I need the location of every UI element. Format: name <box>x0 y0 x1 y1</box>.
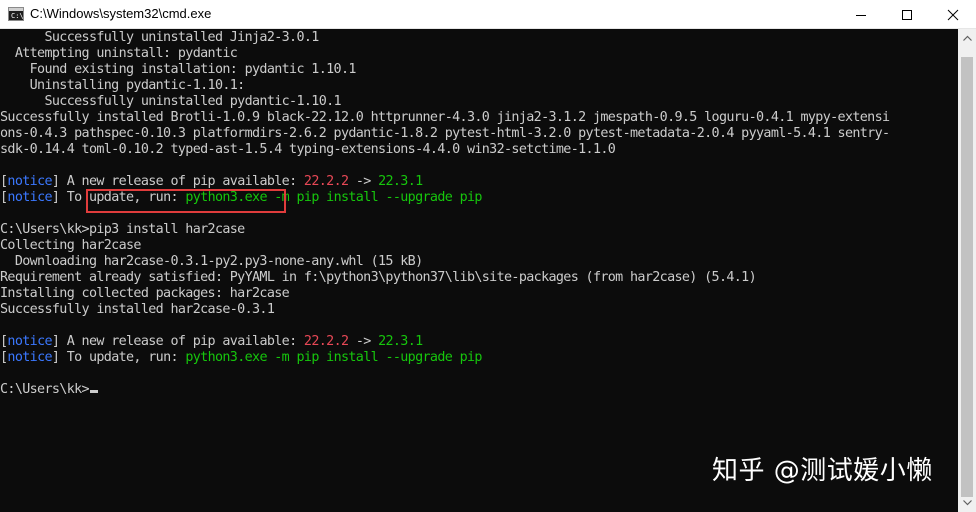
console-text: Collecting har2case <box>0 238 141 253</box>
console-text: Attempting uninstall: pydantic <box>0 46 238 61</box>
console-line: Found existing installation: pydantic 1.… <box>0 62 357 78</box>
console-text: Successfully uninstalled Jinja2-3.0.1 <box>0 30 319 45</box>
watermark: 知乎 @测试媛小懒 <box>712 456 933 486</box>
scroll-up-button[interactable] <box>958 29 976 47</box>
console-text-blue: notice <box>7 190 52 205</box>
console-text: Requirement already satisfied: PyYAML in… <box>0 270 757 285</box>
vertical-scrollbar[interactable] <box>958 29 976 512</box>
console-text: ] A new release of pip available: <box>51 334 304 349</box>
cmd-icon-glyph: C:\ <box>11 12 24 20</box>
console-line: Installing collected packages: har2case <box>0 286 290 302</box>
console-text-red: 22.2.2 <box>303 334 349 349</box>
console-line: [notice] A new release of pip available:… <box>0 174 423 190</box>
minimize-button[interactable] <box>838 0 884 29</box>
console-text-blue: notice <box>7 334 52 349</box>
scroll-thumb[interactable] <box>961 57 973 497</box>
console-text: Successfully uninstalled pydantic-1.10.1 <box>0 94 341 109</box>
close-button[interactable] <box>930 0 976 29</box>
maximize-button[interactable] <box>884 0 930 29</box>
console-line: Uninstalling pydantic-1.10.1: <box>0 78 246 94</box>
console-text: C:\Users\kk> <box>0 382 90 397</box>
command-highlight-box <box>86 189 286 213</box>
cmd-icon[interactable]: C:\ <box>8 7 24 21</box>
console-line: [notice] A new release of pip available:… <box>0 334 423 350</box>
console-text: Successfully installed har2case-0.3.1 <box>0 302 275 317</box>
text-cursor <box>89 390 98 393</box>
console-line: Attempting uninstall: pydantic <box>0 46 238 62</box>
console-line: Successfully uninstalled Jinja2-3.0.1 <box>0 30 319 46</box>
console-text: ] To update, run: <box>51 350 186 365</box>
console-text: Found existing installation: pydantic 1.… <box>0 62 357 77</box>
console-line: sdk-0.14.4 toml-0.10.2 typed-ast-1.5.4 t… <box>0 142 616 158</box>
console-line: Collecting har2case <box>0 238 141 254</box>
console-text: C:\Users\kk>pip3 install har2case <box>0 222 245 237</box>
console-text: Installing collected packages: har2case <box>0 286 290 301</box>
console-line: ons-0.4.3 pathspec-0.10.3 platformdirs-2… <box>0 126 890 142</box>
console-line: Successfully installed har2case-0.3.1 <box>0 302 275 318</box>
console-text: -> <box>348 334 379 349</box>
scroll-down-button[interactable] <box>958 494 976 512</box>
console-text-green: 22.3.1 <box>378 174 423 189</box>
console-text-green: 22.3.1 <box>378 334 423 349</box>
console-line: [notice] To update, run: python3.exe -m … <box>0 350 482 366</box>
console-text: Successfully installed Brotli-1.0.9 blac… <box>0 110 890 125</box>
console-line: Downloading har2case-0.3.1-py2.py3-none-… <box>0 254 423 270</box>
console-line: Successfully installed Brotli-1.0.9 blac… <box>0 110 890 126</box>
console-line: Successfully uninstalled pydantic-1.10.1 <box>0 94 341 110</box>
console-text: Downloading har2case-0.3.1-py2.py3-none-… <box>0 254 423 269</box>
console-line: C:\Users\kk> <box>0 382 98 398</box>
console-text: -> <box>348 174 379 189</box>
console-text: ons-0.4.3 pathspec-0.10.3 platformdirs-2… <box>0 126 890 141</box>
minimize-icon <box>856 14 866 16</box>
console-text: sdk-0.14.4 toml-0.10.2 typed-ast-1.5.4 t… <box>0 142 616 157</box>
chevron-up-icon <box>962 35 972 41</box>
console-text: Uninstalling pydantic-1.10.1: <box>0 78 246 93</box>
cmd-window: C:\ C:\Windows\system32\cmd.exe Successf… <box>0 0 976 512</box>
console-text-blue: notice <box>7 174 52 189</box>
window-title: C:\Windows\system32\cmd.exe <box>30 6 212 21</box>
console-output[interactable]: Successfully uninstalled Jinja2-3.0.1 At… <box>0 29 958 512</box>
title-bar[interactable]: C:\ C:\Windows\system32\cmd.exe <box>0 0 976 29</box>
console-text: ] A new release of pip available: <box>51 174 304 189</box>
console-text-red: 22.2.2 <box>303 174 349 189</box>
console-line: Requirement already satisfied: PyYAML in… <box>0 270 757 286</box>
maximize-icon <box>902 9 912 20</box>
console-text-green: python3.exe -m pip install --upgrade pip <box>185 350 482 365</box>
chevron-down-icon <box>962 500 972 506</box>
console-text-blue: notice <box>7 350 52 365</box>
console-line: C:\Users\kk>pip3 install har2case <box>0 222 245 238</box>
close-icon <box>947 9 959 20</box>
